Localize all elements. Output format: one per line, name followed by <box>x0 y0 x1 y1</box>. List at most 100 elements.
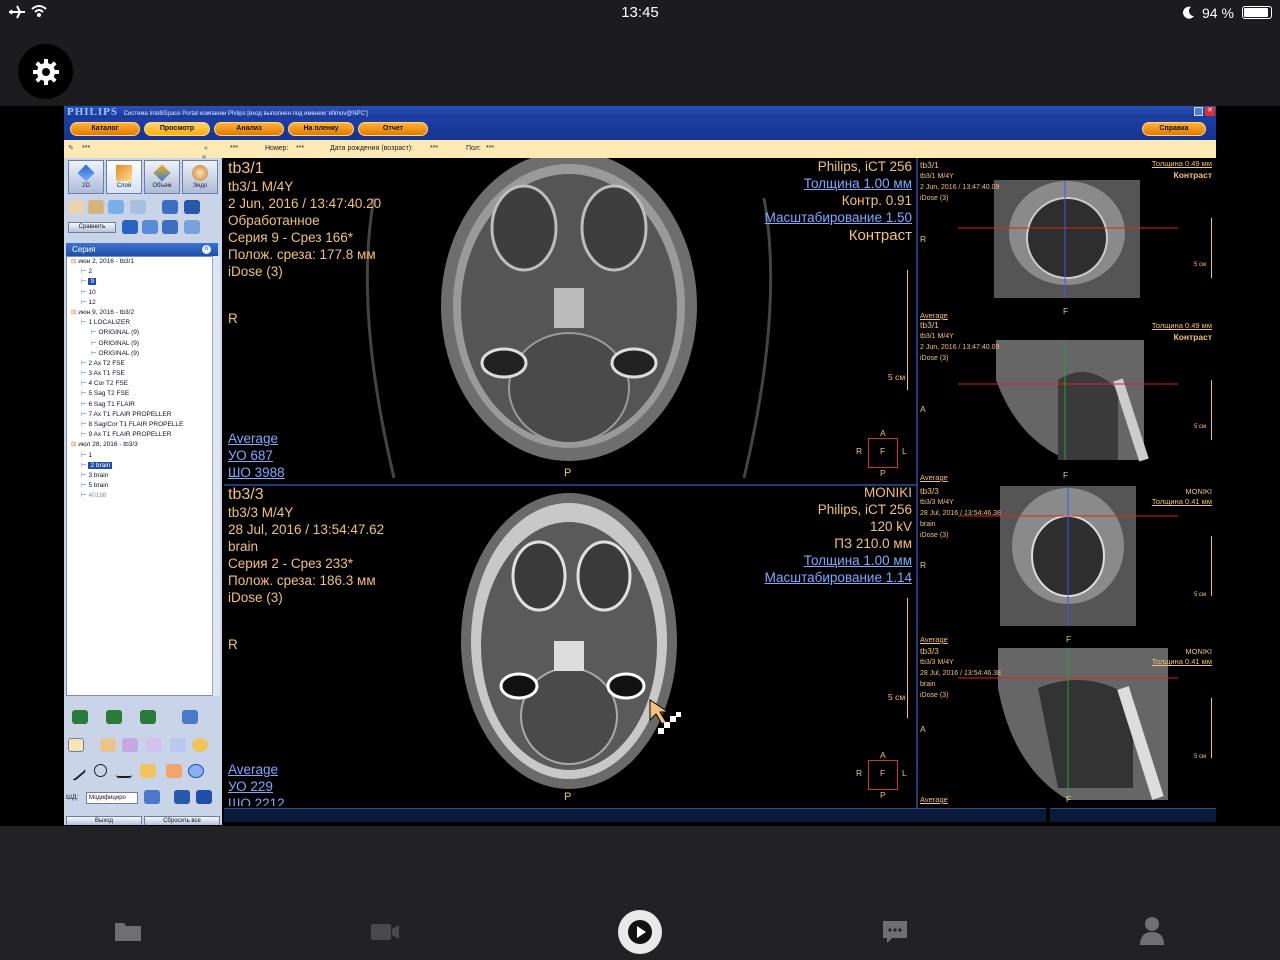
ellipse-tool-icon[interactable] <box>94 764 107 777</box>
wl-select[interactable]: Модифициро <box>86 792 138 804</box>
thumb4-average[interactable]: Average <box>920 794 948 805</box>
window-tool-icon[interactable] <box>146 738 162 752</box>
chat-icon[interactable] <box>882 920 908 944</box>
viewport-axial-bottom[interactable]: tb3/3 tb3/3 M/4Y 28 Jul, 2016 / 13:54:47… <box>224 486 916 806</box>
thumb-horizontal-scrollbar[interactable] <box>1050 808 1216 822</box>
tool-icon-8[interactable] <box>142 220 158 234</box>
tool-icon-5[interactable] <box>162 200 178 214</box>
tree-item[interactable]: ⊢ 10 <box>67 288 215 298</box>
vp1-wl-width[interactable]: ШО 3988 <box>228 464 285 481</box>
vp1-orientation-cube[interactable]: A R F L P <box>856 428 907 478</box>
close-button[interactable]: ✕ <box>1205 107 1215 116</box>
tree-item[interactable]: ⊢ 2 <box>67 267 215 277</box>
tree-item[interactable]: ⊢ ORIGINAL (9) <box>67 328 215 338</box>
angle-tool-icon[interactable] <box>116 764 132 778</box>
arrow-tool-icon[interactable] <box>166 764 182 778</box>
minimize-button[interactable] <box>1194 107 1203 116</box>
tree-item[interactable]: ⊢ ORIGINAL (9) <box>67 349 215 359</box>
help-button[interactable]: Справка <box>1142 122 1206 136</box>
zoom-tool-icon[interactable] <box>122 738 138 752</box>
tool-icon-3[interactable] <box>108 200 124 214</box>
tab-endo[interactable]: Эндо <box>182 160 218 194</box>
tree-item[interactable]: ⊟ июн 9, 2016 - tb3/2 <box>67 308 215 318</box>
preset-icon-3[interactable] <box>196 790 212 804</box>
layout-icon-1[interactable] <box>72 710 88 724</box>
profile-icon[interactable] <box>1139 916 1165 946</box>
tree-item[interactable]: ⊢ 2 Ax T2 FSE <box>67 359 215 369</box>
tab-volume[interactable]: Объем <box>144 160 180 194</box>
tree-item[interactable]: ⊢ 3 brain <box>67 471 215 481</box>
tree-item[interactable]: ⊟ июл 28, 2016 - tb3/3 <box>67 440 215 450</box>
pan-tool-icon[interactable] <box>100 738 116 752</box>
vp1-thickness[interactable]: Толщина 1.00 мм <box>804 175 912 192</box>
tool-icon-7[interactable] <box>122 220 138 234</box>
tool-icon-9[interactable] <box>162 220 178 234</box>
viewport-coronal-top[interactable]: tb3/1 tb3/1 M/4Y 2 Jun, 2016 / 13:47:40.… <box>918 158 1216 318</box>
tree-item[interactable]: ⊢ 12 <box>67 298 215 308</box>
tool-icon-10[interactable] <box>184 220 200 234</box>
tree-item[interactable]: ⊢ 7 Ax T1 FLAIR PROPELLER <box>67 410 215 420</box>
layout-icon-4[interactable] <box>182 710 198 724</box>
viewport-coronal-bottom[interactable]: tb3/3 tb3/3 M/4Y 28 Jul, 2016 / 13:54:46… <box>918 486 1216 646</box>
settings-button[interactable] <box>18 44 73 99</box>
thumb2-average[interactable]: Average <box>920 472 948 483</box>
vp2-thickness[interactable]: Толщина 1.00 мм <box>804 552 912 569</box>
ruler-tool-icon[interactable] <box>140 764 156 778</box>
tree-item[interactable]: ⊢ 5 brain <box>67 481 215 491</box>
tree-item[interactable]: ⊢ 2 brain <box>67 461 215 471</box>
viewport-sagittal-bottom[interactable]: tb3/3 tb3/3 M/4Y 28 Jul, 2016 / 13:54:46… <box>918 648 1216 806</box>
tree-item[interactable]: ⊢ 9 Ax T1 FLAIR PROPELLER <box>67 430 215 440</box>
preset-icon-1[interactable] <box>144 790 160 804</box>
collapse-series-icon[interactable]: ˄ <box>202 245 211 254</box>
vp2-average[interactable]: Average <box>228 761 278 778</box>
vp2-orientation-cube[interactable]: A R F L P <box>856 750 907 800</box>
tab-2d[interactable]: 2D <box>68 160 104 194</box>
vp1-wl-level[interactable]: УО 687 <box>228 447 273 464</box>
tree-item[interactable]: ⊢ ORIGINAL (9) <box>67 339 215 349</box>
tree-item[interactable]: ⊟ июн 2, 2016 - tb3/1 <box>67 257 215 267</box>
thumb3-thickness[interactable]: Толщина 0.41 мм <box>1152 496 1212 507</box>
tool-icon-6[interactable] <box>184 200 200 214</box>
vp2-wl-level[interactable]: УО 229 <box>228 778 273 795</box>
nav-film[interactable]: На пленку <box>288 122 354 136</box>
tree-item[interactable]: ⊢ 40188 <box>67 491 215 501</box>
rotate-tool-icon[interactable] <box>170 738 186 752</box>
thumb4-thickness[interactable]: Толщина 0.41 мм <box>1152 656 1212 667</box>
vp2-wl-width[interactable]: ШО 2212 <box>228 795 285 806</box>
layout-icon-2[interactable] <box>106 710 122 724</box>
thumb2-thickness[interactable]: Толщина 0.49 мм <box>1152 320 1212 331</box>
tab-slice[interactable]: Слой <box>106 160 142 194</box>
nav-view[interactable]: Просмотр <box>144 122 210 136</box>
reset-all-button[interactable]: Сбросить все <box>144 816 220 825</box>
tree-item[interactable]: ⊢ 9 <box>67 277 215 287</box>
nav-report[interactable]: Отчет <box>358 122 428 136</box>
tree-item[interactable]: ⊢ 4 Cor T2 FSE <box>67 379 215 389</box>
folder-icon[interactable] <box>114 920 142 942</box>
video-camera-icon[interactable] <box>370 922 400 942</box>
vp1-zoom[interactable]: Масштабирование 1.50 <box>765 209 912 226</box>
tree-scrollbar[interactable] <box>212 256 220 696</box>
panel-collapse-button[interactable]: « <box>202 152 206 161</box>
measure-tool-icon[interactable] <box>192 738 208 752</box>
layout-icon-3[interactable] <box>140 710 156 724</box>
vp1-average[interactable]: Average <box>228 430 278 447</box>
tool-icon-4[interactable] <box>130 200 146 214</box>
tree-item[interactable]: ⊢ 1 LOCALIZER <box>67 318 215 328</box>
nav-analysis[interactable]: Анализ <box>214 122 284 136</box>
tree-item[interactable]: ⊢ 1 <box>67 451 215 461</box>
thumb1-thickness[interactable]: Толщина 0.49 мм <box>1152 158 1212 169</box>
tree-item[interactable]: ⊢ 8 Sag/Cor T1 FLAIR PROPELLE <box>67 420 215 430</box>
exit-button[interactable]: Выход <box>66 816 142 825</box>
tool-icon-1[interactable] <box>68 200 84 214</box>
tool-icon-2[interactable] <box>88 200 104 214</box>
thumb3-average[interactable]: Average <box>920 634 948 645</box>
line-tool-icon[interactable] <box>65 760 87 782</box>
pin-icon[interactable]: ✎ <box>68 140 74 158</box>
tree-item[interactable]: ⊢ 6 Sag T1 FLAIR <box>67 400 215 410</box>
roi-tool-icon[interactable] <box>188 764 204 778</box>
pointer-tool-icon[interactable] <box>68 738 84 752</box>
viewport-axial-top[interactable]: tb3/1 tb3/1 M/4Y 2 Jun, 2016 / 13:47:40.… <box>224 158 916 484</box>
main-horizontal-scrollbar[interactable] <box>224 808 1046 822</box>
compare-button[interactable]: Сравнить <box>68 222 116 233</box>
nav-catalog[interactable]: Каталог <box>70 122 140 136</box>
